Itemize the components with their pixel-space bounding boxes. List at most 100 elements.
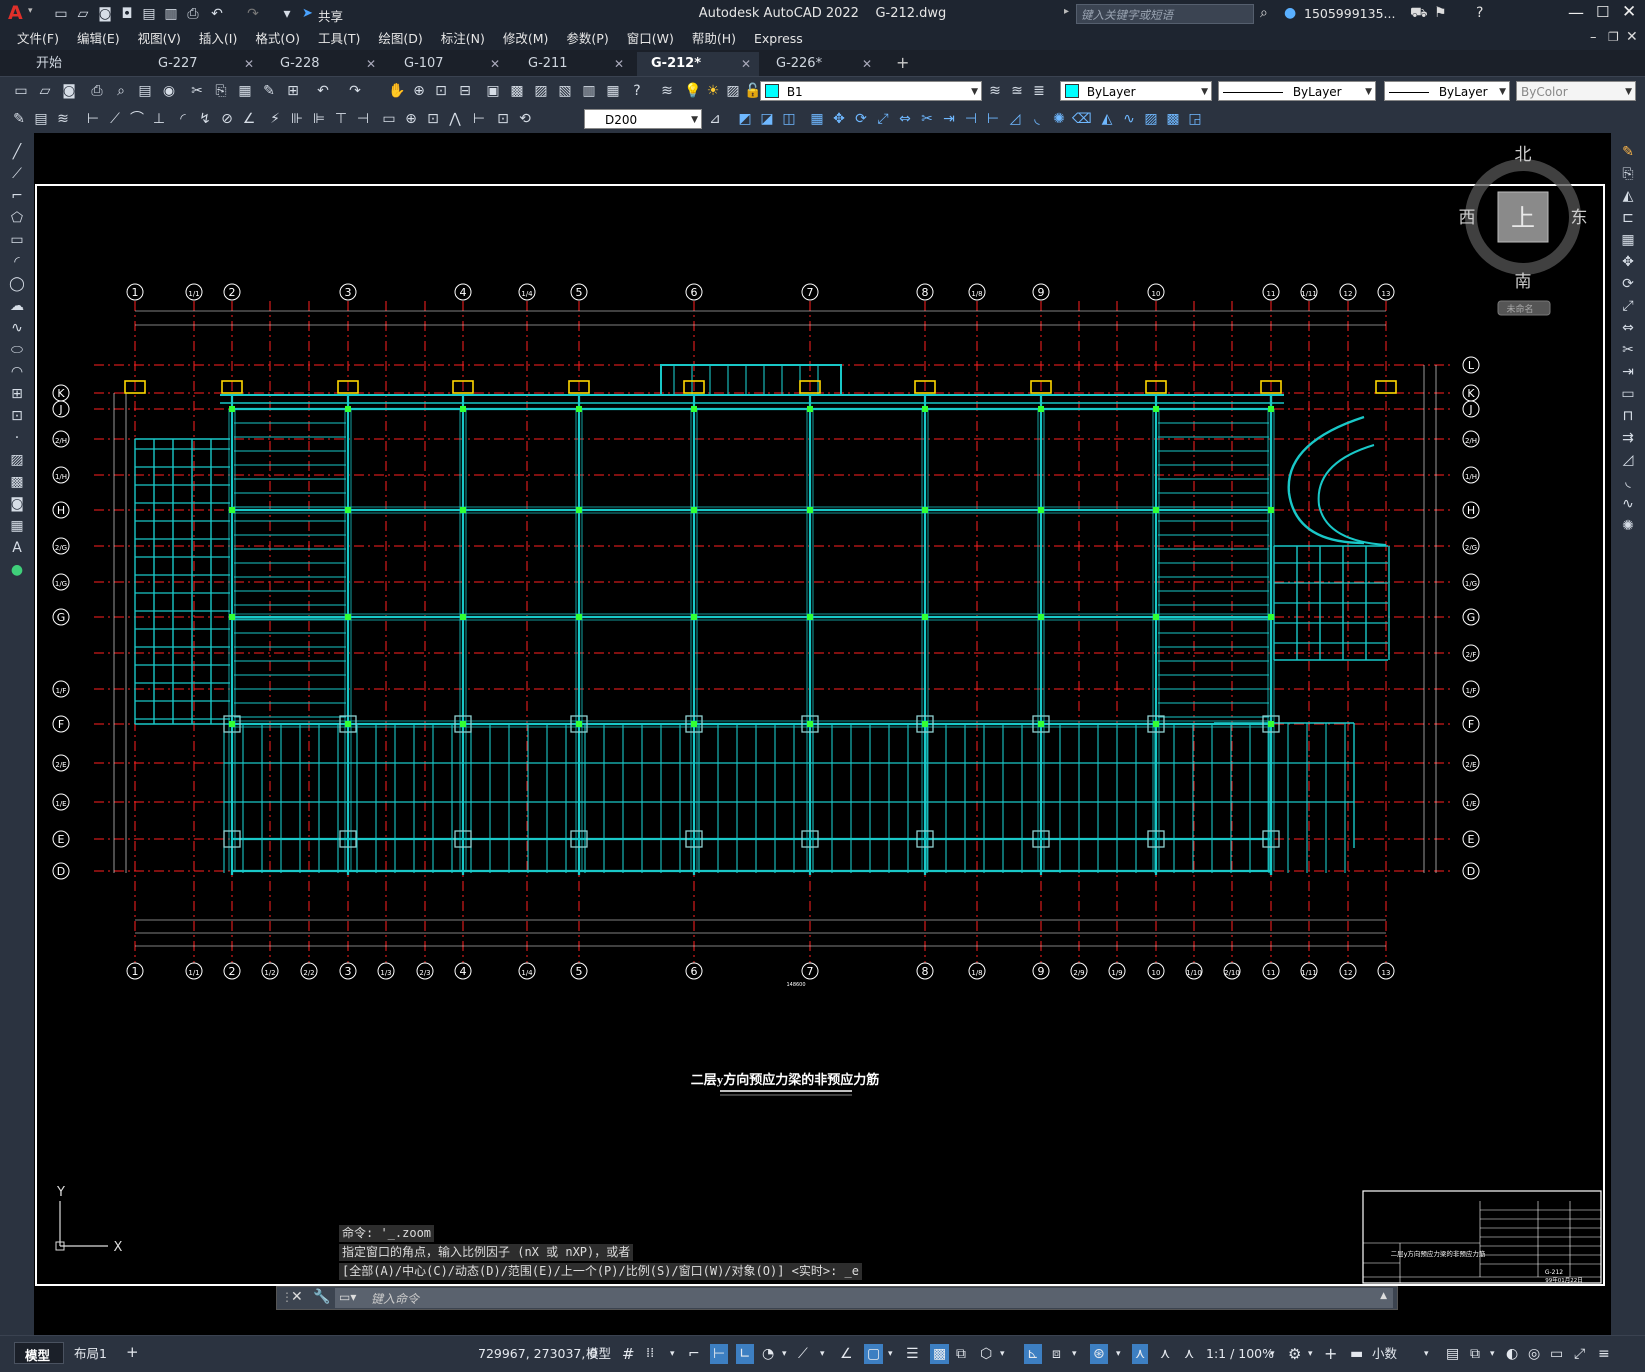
layer-walk-icon[interactable]: ≋ (54, 110, 72, 128)
isodraft-menu-icon[interactable]: ▾ (820, 1344, 825, 1364)
new-file-icon[interactable]: ▭ (52, 5, 70, 23)
continue-dim-icon[interactable]: ⊫ (310, 110, 328, 128)
table-edit-icon[interactable]: ▤ (32, 110, 50, 128)
menu-item[interactable]: 编辑(E) (68, 28, 129, 50)
isolate-objects-icon[interactable]: ◐ (1506, 1344, 1518, 1364)
ellipse-icon[interactable]: ⬭ (8, 341, 26, 359)
modify-spline-icon[interactable]: ∿ (1120, 110, 1138, 128)
join-icon[interactable]: ⇉ (1619, 429, 1637, 447)
command-history-arrow-icon[interactable]: ▲ (1380, 1291, 1387, 1301)
tab-layout1[interactable]: 布局1 (74, 1344, 107, 1364)
annotation-visibility-icon[interactable]: ⋏ (1132, 1344, 1149, 1364)
match-properties-icon[interactable]: ✎ (260, 82, 278, 100)
fullscreen-icon[interactable]: ⤢ (1574, 1344, 1585, 1364)
viewcube-west[interactable]: 西 (1459, 208, 1476, 228)
coordinates-readout[interactable]: 729967, 273037, 0 (478, 1344, 597, 1364)
tab-close-icon[interactable]: ✕ (490, 52, 500, 76)
plot-icon[interactable]: ⎙ (88, 82, 106, 100)
fillet-icon[interactable]: ◟ (1619, 473, 1637, 491)
copy-object-icon[interactable]: ⎘ (1619, 165, 1637, 183)
gradient-icon[interactable]: ▩ (8, 473, 26, 491)
extend-icon[interactable]: ⇥ (1619, 363, 1637, 381)
modify-array-edit-icon[interactable]: ▩ (1164, 110, 1182, 128)
block-editor-icon[interactable]: ⊞ (284, 82, 302, 100)
modify-hatch-icon[interactable]: ▨ (1142, 110, 1160, 128)
user-icon[interactable]: ● (1284, 5, 1296, 21)
open-icon[interactable]: ▱ (36, 82, 54, 100)
sheet-set-icon[interactable]: ▧ (556, 82, 574, 100)
menu-item[interactable]: 工具(T) (309, 28, 369, 50)
tab-g211[interactable]: G-211 ✕ (514, 52, 632, 76)
gizmo-icon[interactable]: ⊛ (1090, 1344, 1108, 1364)
command-close-icon[interactable]: ✕ (291, 1289, 303, 1305)
dim-update-icon[interactable]: ⟲ (516, 110, 534, 128)
ordinate-dim-icon[interactable]: ⊥ (150, 110, 168, 128)
design-center-icon[interactable]: ▩ (508, 82, 526, 100)
viewcube-south[interactable]: 南 (1515, 272, 1532, 292)
stretch-icon[interactable]: ⇔ (1619, 319, 1637, 337)
quick-dim-icon[interactable]: ⚡ (266, 110, 284, 128)
polygon-icon[interactable]: ⬠ (8, 209, 26, 227)
units-icon[interactable]: ▬ (1350, 1344, 1363, 1364)
angular-dim-icon[interactable]: ∠ (240, 110, 258, 128)
osnap-menu-icon[interactable]: ▾ (888, 1344, 893, 1364)
drawing-svg[interactable]: 1 1/1 2 3 4 1/4 5 6 7 8 1/8 9 10 11 1/11 12 13 1 1/1 2 1/2 2/… (34, 133, 1611, 1335)
tool-palettes-icon[interactable]: ▨ (532, 82, 550, 100)
modify-offset-icon[interactable]: ◫ (780, 110, 798, 128)
menu-item[interactable]: 视图(V) (129, 28, 190, 50)
minimize-icon[interactable]: — (1568, 3, 1584, 22)
mirror-icon[interactable]: ◭ (1619, 187, 1637, 205)
modify-copy-icon[interactable]: ◩ (736, 110, 754, 128)
tab-close-icon[interactable]: ✕ (862, 52, 872, 76)
modify-stretch-icon[interactable]: ⇔ (896, 110, 914, 128)
selection-filter-icon[interactable]: ⧈ (1052, 1344, 1061, 1364)
publish-icon[interactable]: ▤ (140, 5, 158, 23)
polyline-icon[interactable]: ⌐ (8, 187, 26, 205)
help-icon[interactable]: ? (628, 82, 646, 100)
model-space-toggle[interactable]: 模型 (586, 1344, 611, 1364)
hatch-icon[interactable]: ▨ (8, 451, 26, 469)
filter-menu-icon[interactable]: ▾ (1072, 1344, 1077, 1364)
menu-item[interactable]: 格式(O) (246, 28, 309, 50)
markup-icon[interactable]: ▥ (580, 82, 598, 100)
new-tab-icon[interactable]: + (896, 53, 909, 72)
viewcube[interactable]: 上 北 南 东 西 未命名 (1459, 145, 1588, 316)
jogged-dim-icon[interactable]: ↯ (196, 110, 214, 128)
array-icon[interactable]: ▦ (1619, 231, 1637, 249)
modify-pedit-icon[interactable]: ◭ (1098, 110, 1116, 128)
jogged-linear-icon[interactable]: ⋀ (446, 110, 464, 128)
edit-icon[interactable]: ✎ (10, 110, 28, 128)
add-layout-icon[interactable]: + (126, 1342, 139, 1362)
lock-ui-menu-icon[interactable]: ▾ (1490, 1344, 1495, 1364)
search-icon[interactable]: ⌕ (1260, 5, 1268, 21)
dim-break-icon[interactable]: ⊣ (354, 110, 372, 128)
make-block-icon[interactable]: ⊡ (8, 407, 26, 425)
offset-icon[interactable]: ⊏ (1619, 209, 1637, 227)
menu-item[interactable]: 窗口(W) (618, 28, 683, 50)
annotation-monitor-icon[interactable]: + (1324, 1344, 1337, 1364)
customize-qat-icon[interactable]: ▾ (278, 5, 296, 23)
units-value[interactable]: 小数 (1372, 1344, 1397, 1364)
zoom-window-icon[interactable]: ⊡ (432, 82, 450, 100)
viewcube-east[interactable]: 东 (1571, 208, 1588, 228)
snap-icon[interactable]: ⁞⁞ (646, 1344, 654, 1364)
modify-scale-icon[interactable]: ⤢ (874, 110, 892, 128)
search-input[interactable]: 键入关键字或短语 (1076, 4, 1254, 24)
menu-item[interactable]: 帮助(H) (683, 28, 745, 50)
center-mark-icon[interactable]: ⊕ (402, 110, 420, 128)
move-icon[interactable]: ✥ (1619, 253, 1637, 271)
layer-previous-icon[interactable]: ≊ (1008, 82, 1026, 100)
undo-icon[interactable]: ↶ (208, 5, 226, 23)
3d-osnap-menu-icon[interactable]: ▾ (1000, 1344, 1005, 1364)
tolerance-icon[interactable]: ▭ (380, 110, 398, 128)
arc-icon[interactable]: ◜ (8, 253, 26, 271)
blend-curves-icon[interactable]: ∿ (1619, 495, 1637, 513)
plot-icon[interactable]: ⎙ (184, 5, 202, 23)
color-dropdown[interactable]: ByLayer ▼ (1060, 81, 1212, 101)
tab-model-layout[interactable]: 模型 (14, 1342, 64, 1364)
layer-freeze-icon[interactable]: ☀ (704, 82, 722, 100)
layer-state-icon[interactable]: ≣ (1030, 82, 1048, 100)
command-input[interactable]: ▭▾ 键入命令 ▲ (335, 1288, 1393, 1308)
rectangle-icon[interactable]: ▭ (8, 231, 26, 249)
graphics-performance-icon[interactable]: ◎ (1528, 1344, 1540, 1364)
